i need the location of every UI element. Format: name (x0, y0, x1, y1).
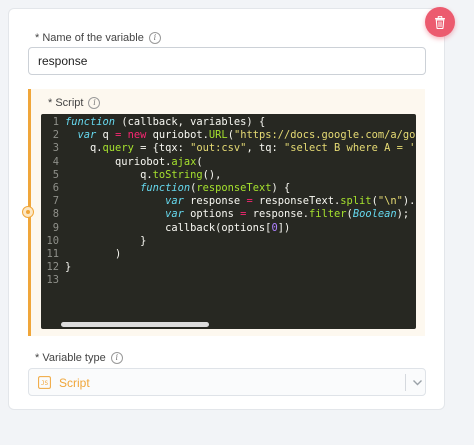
code-line: 5 q.toString(), (41, 169, 416, 182)
code-token: = {tqx: (133, 142, 191, 155)
line-number: 12 (46, 261, 59, 274)
code-line: 3 q.query = {tqx: "out:csv", tq: "select… (41, 142, 416, 155)
name-field-label: * Name of the variable i (35, 32, 161, 44)
code-token: response. (252, 208, 309, 221)
code-token: q. (65, 142, 103, 155)
delete-variable-button[interactable] (425, 7, 455, 37)
code-line: 10 } (41, 235, 416, 248)
line-number: 13 (46, 274, 59, 287)
code-token: = new (115, 129, 153, 142)
line-number: 2 (52, 129, 59, 142)
code-token: options (190, 208, 241, 221)
code-token: query (102, 142, 134, 155)
code-line: 1 function (callback, variables) { (41, 116, 416, 129)
name-label-text: * Name of the variable (35, 32, 144, 44)
code-token: (callback, variables) { (121, 116, 266, 128)
select-divider (405, 374, 406, 391)
editor-horizontal-scrollbar[interactable] (61, 322, 209, 327)
code-token: ) (65, 247, 122, 260)
svg-text:JS: JS (41, 380, 49, 387)
code-line: 13 (41, 274, 416, 287)
variable-name-input[interactable] (28, 47, 426, 75)
script-section-handle[interactable] (22, 206, 34, 218)
code-line: 2 var q = new quriobot.URL("https://docs… (41, 129, 416, 142)
code-token: } (65, 261, 72, 274)
code-token: ]) (277, 221, 291, 234)
code-token: "\n" (377, 195, 403, 208)
code-token: var (165, 208, 191, 221)
line-number: 5 (52, 168, 59, 181)
code-line: 12} (41, 261, 416, 274)
code-token: ( (196, 155, 203, 168)
line-number: 4 (52, 155, 59, 168)
script-field-label: * Script i (48, 97, 101, 109)
code-lines: 1 function (callback, variables) {2 var q… (41, 116, 416, 287)
chevron-down-icon[interactable] (412, 377, 423, 388)
line-number: 7 (52, 195, 59, 208)
line-number: 1 (52, 116, 59, 128)
script-label-text: * Script (48, 97, 84, 109)
code-token: , tq: (246, 142, 284, 155)
code-token: q (102, 129, 116, 142)
code-token: "out:csv" (190, 142, 247, 155)
line-number: 3 (52, 142, 59, 155)
code-token: split (340, 195, 372, 208)
code-token: URL (208, 129, 228, 142)
script-file-icon: JS (38, 376, 51, 389)
code-line: 4 quriobot.ajax( (41, 156, 416, 169)
variable-type-select[interactable]: JS Script (28, 368, 426, 396)
code-token: } (65, 234, 147, 247)
line-number: 6 (52, 181, 59, 194)
code-token: responseText. (258, 195, 341, 208)
script-code-editor[interactable]: 1 function (callback, variables) {2 var q… (41, 114, 416, 329)
code-token: function (140, 181, 191, 194)
code-token: (), (202, 168, 222, 181)
code-token: ); (396, 208, 410, 221)
info-icon[interactable]: i (148, 32, 161, 44)
code-token: quriobot. (65, 155, 172, 168)
line-number: 8 (52, 208, 59, 221)
code-token: ).fi (402, 195, 416, 208)
code-token: filter (309, 208, 347, 221)
variable-type-value: Script (59, 376, 90, 390)
code-token: = (246, 195, 259, 208)
code-token: callback(options[ (65, 221, 272, 234)
code-token: function (65, 116, 122, 128)
line-number: 9 (52, 221, 59, 234)
code-token: "https://docs.google.com/a/goog (233, 129, 416, 142)
code-line: 11 ) (41, 248, 416, 261)
code-line: 6 function(responseText) { (41, 182, 416, 195)
code-token: q. (65, 168, 153, 181)
code-token: response (190, 195, 247, 208)
info-icon[interactable]: i (88, 97, 101, 109)
code-token: var (77, 129, 103, 142)
info-icon[interactable]: i (110, 352, 123, 364)
type-field-label: * Variable type i (35, 352, 123, 364)
code-line: 9 callback(options[0]) (41, 222, 416, 235)
code-token: responseText (196, 181, 272, 194)
line-number: 11 (46, 247, 59, 260)
code-token: ajax (171, 155, 197, 168)
code-token: var (165, 195, 191, 208)
code-token: Boolean (352, 208, 397, 221)
code-line: 8 var options = response.filter(Boolean)… (41, 208, 416, 221)
type-label-text: * Variable type (35, 352, 106, 364)
code-token: toString (152, 168, 203, 181)
code-token: quriobot. (152, 129, 209, 142)
trash-icon (435, 15, 445, 29)
code-token: "select B where A = '" (284, 142, 416, 155)
line-number: 10 (46, 234, 59, 247)
code-token: ) { (271, 181, 291, 194)
code-token: = (240, 208, 253, 221)
code-line: 7 var response = responseText.split("\n"… (41, 195, 416, 208)
